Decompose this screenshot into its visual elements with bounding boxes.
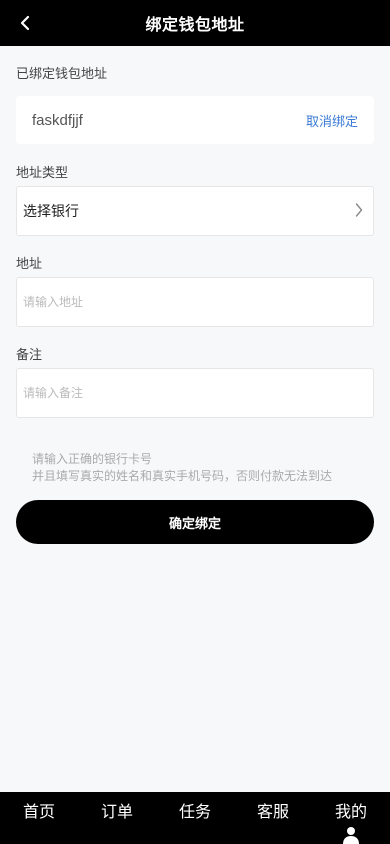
bound-address-card: faskdfjjf 取消绑定 bbox=[16, 96, 374, 144]
tab-label: 我的 bbox=[334, 802, 367, 821]
tab-home[interactable]: 首页 bbox=[0, 792, 78, 844]
address-label: 地址 bbox=[16, 257, 43, 272]
user-icon bbox=[342, 826, 360, 844]
hint-line-1: 请输入正确的银行卡号 bbox=[32, 452, 153, 466]
back-icon[interactable] bbox=[14, 11, 36, 35]
hint-line-2: 并且填写真实的姓名和真实手机号码，否则付款无法到达 bbox=[32, 469, 333, 483]
bottom-tab-bar: 首页 订单 任务 客服 我的 bbox=[0, 792, 390, 844]
tab-mine[interactable]: 我的 bbox=[312, 792, 390, 844]
tab-label: 客服 bbox=[256, 802, 289, 821]
top-bar: 绑定钱包地址 bbox=[0, 0, 390, 46]
address-type-select[interactable]: 选择银行 bbox=[16, 186, 374, 236]
note-field bbox=[16, 368, 374, 418]
page-title: 绑定钱包地址 bbox=[145, 15, 245, 34]
address-input[interactable] bbox=[23, 278, 367, 326]
tab-orders[interactable]: 订单 bbox=[78, 792, 156, 844]
bound-address-label: 已绑定钱包地址 bbox=[16, 67, 108, 82]
bound-address-value: faskdfjjf bbox=[32, 111, 83, 129]
tab-label: 订单 bbox=[100, 802, 133, 821]
chevron-right-icon bbox=[355, 202, 363, 221]
hint-text: 请输入正确的银行卡号 并且填写真实的姓名和真实手机号码，否则付款无法到达 bbox=[32, 451, 372, 485]
tab-service[interactable]: 客服 bbox=[234, 792, 312, 844]
tab-tasks[interactable]: 任务 bbox=[156, 792, 234, 844]
address-field bbox=[16, 277, 374, 327]
tab-label: 首页 bbox=[22, 802, 55, 821]
address-type-value: 选择银行 bbox=[23, 204, 79, 220]
unbind-link[interactable]: 取消绑定 bbox=[306, 111, 358, 130]
address-type-label: 地址类型 bbox=[16, 166, 69, 181]
note-label: 备注 bbox=[16, 348, 43, 363]
confirm-bind-button[interactable]: 确定绑定 bbox=[16, 500, 374, 544]
note-input[interactable] bbox=[23, 369, 367, 417]
tab-label: 任务 bbox=[178, 802, 211, 821]
